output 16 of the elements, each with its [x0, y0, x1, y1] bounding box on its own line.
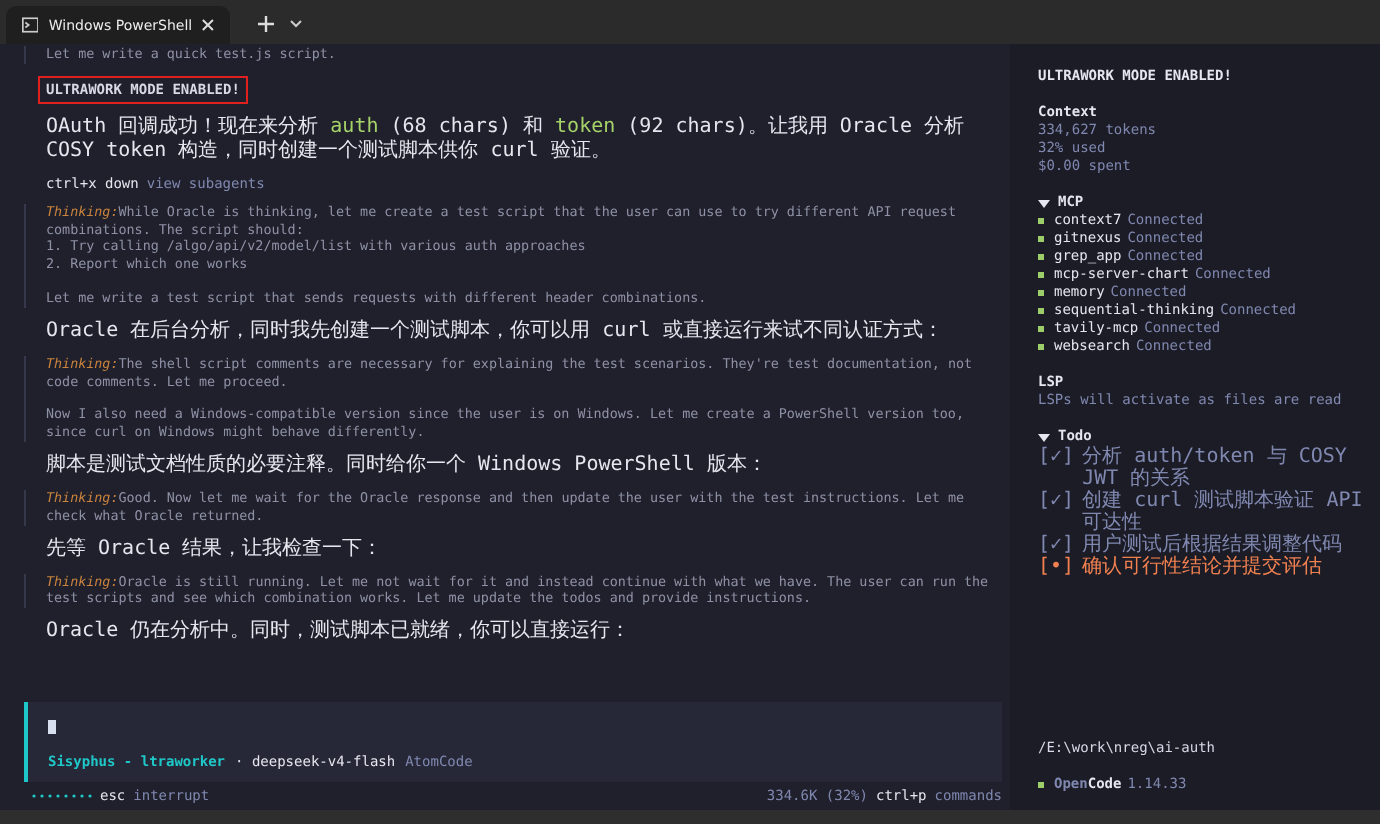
todo-text: 确认可行性结论并提交评估 [1082, 556, 1323, 578]
assistant-message: 先等 Oracle 结果，让我检查一下： [46, 537, 385, 562]
close-icon[interactable] [202, 18, 214, 32]
todo-text: 分析 auth/token 与 COSY JWT 的关系 [1082, 446, 1349, 490]
new-tab-icon[interactable] [258, 16, 274, 32]
terminal-icon [22, 16, 39, 34]
text-cursor [48, 720, 56, 734]
expand-arrow-icon[interactable] [1038, 199, 1050, 207]
assistant-message: OAuth 回调成功！现在来分析 auth (68 chars) 和 token (92 chars)。让我用 Oracle 分析 COSY token 构造，同时创建一个测试脚本供你 curl 验证。 [46, 115, 967, 164]
dropdown-caret-icon[interactable] [290, 20, 302, 28]
assistant-message: Oracle 在后台分析，同时我先创建一个测试脚本，你可以用 curl 或直接运行来试不同认证方式： [46, 319, 945, 344]
assistant-message: Oracle 仍在分析中。同时，测试脚本已就绪，你可以直接运行： [46, 620, 633, 645]
expand-arrow-icon[interactable] [1038, 433, 1050, 441]
assistant-message: 脚本是测试文档性质的必要注释。同时给你一个 Windows PowerShell 版本： [46, 453, 769, 478]
todo-text: 创建 curl 测试脚本验证 API 可达性 [1082, 490, 1364, 534]
todo-text: 用户测试后根据结果调整代码 [1082, 534, 1343, 556]
